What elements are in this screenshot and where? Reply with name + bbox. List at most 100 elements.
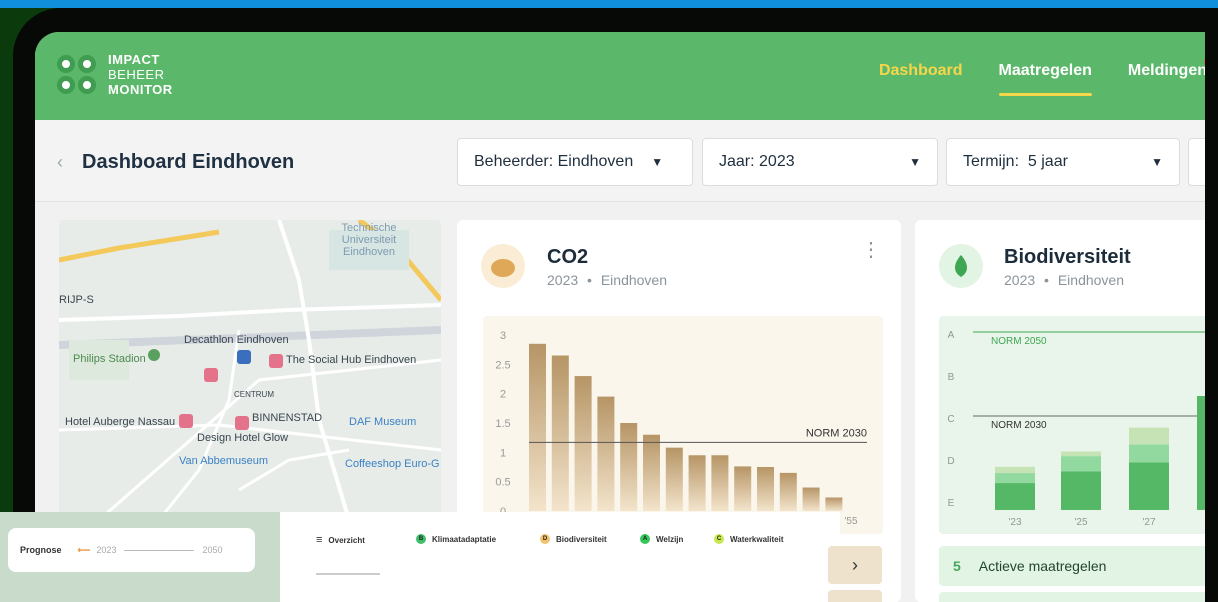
rating-c-icon: C	[714, 534, 724, 544]
active-measures-count: 5	[953, 558, 961, 574]
map-label-auberge: Hotel Auberge Nassau	[65, 416, 176, 428]
jaar-select-value: Jaar: 2023	[719, 153, 795, 170]
map-roads	[59, 220, 441, 520]
hotel-icon[interactable]	[269, 354, 283, 368]
tab-waterkwaliteit[interactable]: C Waterkwaliteit	[714, 534, 784, 544]
logo-cloud-icon	[78, 76, 96, 94]
prognose-slider[interactable]: Prognose ⟵ 2023 2050	[8, 528, 255, 572]
bio-title: Biodiversiteit	[1004, 246, 1131, 268]
co2-bar	[620, 423, 638, 511]
extra-select[interactable]	[1188, 138, 1205, 186]
tab-waterkwaliteit-label: Waterkwaliteit	[730, 534, 784, 544]
tab-klimaatadaptatie[interactable]: B Klimaatadaptatie	[416, 534, 496, 544]
map-label-socialhub: The Social Hub Eindhoven	[286, 354, 417, 366]
chevron-down-icon: ▼	[651, 155, 664, 169]
tab-welzijn-label: Welzijn	[656, 534, 684, 544]
tab-overzicht-label: Overzicht	[328, 535, 365, 545]
bio-year: 2023	[1004, 272, 1036, 288]
co2-bar	[643, 434, 660, 511]
more-options-icon[interactable]: ⋮	[861, 240, 881, 260]
hotel-icon[interactable]	[235, 416, 249, 430]
co2-subtitle: 2023 • Eindhoven	[547, 272, 667, 288]
next-button[interactable]: ›	[828, 546, 882, 584]
active-measures-row[interactable]: 5 Actieve maatregelen	[939, 546, 1205, 586]
map-view[interactable]: Technische Universiteit Eindhoven RIJP-S…	[59, 220, 441, 520]
tab-biodiversiteit-label: Biodiversiteit	[556, 534, 607, 544]
co2-bar	[711, 455, 729, 511]
x-tick-label: '27	[1142, 517, 1155, 528]
y-tick-label: E	[948, 498, 955, 509]
prognose-label: Prognose	[20, 545, 62, 555]
tab-klimaatadaptatie-label: Klimaatadaptatie	[432, 534, 497, 544]
map-label-glow: Design Hotel Glow	[197, 432, 289, 444]
y-tick-label: 2.5	[495, 359, 510, 371]
bio-chart: A B C D E NORM 2050 NORM 2030 '23 '25 '27	[947, 330, 1205, 528]
x-tick-label: '23	[1008, 517, 1021, 528]
page-title: Dashboard Eindhoven	[82, 151, 295, 173]
logo-leaf-icon	[57, 76, 75, 94]
tab-welzijn[interactable]: A Welzijn	[640, 534, 683, 544]
hotel-icon[interactable]	[204, 368, 218, 382]
logo-text: IMPACT BEHEER MONITOR	[108, 52, 173, 97]
co2-bar	[757, 467, 774, 511]
map-label-centrum: CENTRUM	[234, 390, 274, 399]
tab-overzicht[interactable]: ≡ Overzicht	[316, 534, 365, 546]
bio-bar-partial	[1197, 396, 1205, 510]
overlay-tab-panel	[280, 512, 840, 602]
logo-sun-icon	[57, 55, 75, 73]
jaar-select[interactable]: Jaar: 2023 ▼	[702, 138, 938, 186]
biodiversiteit-card: Biodiversiteit 2023 • Eindhoven A B C D E NOR…	[915, 220, 1205, 602]
bio-bar-segment	[1129, 444, 1169, 463]
cloud-icon	[481, 244, 525, 288]
next-button-secondary[interactable]	[828, 590, 882, 602]
tab-underline	[316, 573, 380, 575]
bio-subtitle: 2023 • Eindhoven	[1004, 272, 1124, 288]
norm-2030-label: NORM 2030	[806, 427, 867, 439]
nav-meldingen[interactable]: Meldingen 4	[1128, 54, 1205, 90]
tab-biodiversiteit[interactable]: D Biodiversiteit	[540, 534, 607, 544]
bio-place: Eindhoven	[1057, 272, 1125, 288]
store-icon[interactable]	[237, 350, 251, 364]
co2-bar	[802, 487, 820, 511]
nav-dashboard[interactable]: Dashboard	[879, 62, 963, 90]
bio-bar-segment	[1129, 427, 1169, 445]
bio-bar-segment	[995, 473, 1035, 484]
menu-icon: ≡	[316, 534, 323, 546]
bio-bar-segment	[995, 466, 1035, 474]
slider-track[interactable]	[124, 549, 195, 551]
map-label-universiteit: Technische Universiteit Eindhoven	[341, 222, 397, 258]
bio-bar-segment	[1061, 451, 1101, 457]
main-nav: Dashboard Maatregelen Meldingen 4	[879, 54, 1205, 96]
bio-chart-area: A B C D E NORM 2050 NORM 2030 '23 '25 '27	[939, 316, 1205, 534]
logo-icon	[57, 55, 96, 94]
hotel-icon[interactable]	[179, 414, 193, 428]
y-tick-label: C	[947, 414, 954, 425]
bio-bar-segment	[1061, 456, 1101, 472]
logo-line-2: BEHEER	[108, 67, 165, 82]
co2-year: 2023	[547, 272, 579, 288]
x-tick-label: '25	[1074, 517, 1087, 528]
logo[interactable]: IMPACT BEHEER MONITOR	[57, 52, 173, 97]
termijn-select[interactable]: Termijn: 5 jaar ▼	[946, 138, 1180, 186]
y-tick-label: 0.5	[495, 477, 510, 489]
bio-separator: •	[1044, 272, 1049, 288]
co2-bar	[529, 343, 546, 511]
bio-bar-segment	[995, 483, 1035, 510]
y-tick-label: A	[948, 330, 955, 341]
co2-chart-area: 00.511.522.53NORM 20300'55	[483, 316, 883, 534]
bio-bar-segment	[1061, 471, 1101, 510]
rating-a-icon: A	[640, 534, 650, 544]
list-item[interactable]	[939, 592, 1205, 602]
co2-bar	[688, 455, 706, 511]
co2-bar	[574, 376, 592, 511]
nav-maatregelen[interactable]: Maatregelen	[998, 62, 1093, 96]
slider-handle-icon[interactable]: ⟵	[78, 545, 91, 556]
beheerder-select[interactable]: Beheerder: Eindhoven ▼	[457, 138, 693, 186]
rating-d-icon: D	[540, 534, 550, 544]
y-tick-label: D	[947, 456, 954, 467]
back-chevron-icon[interactable]: ‹	[57, 152, 63, 173]
rating-b-icon: B	[416, 534, 426, 544]
beheerder-select-value: Beheerder: Eindhoven	[474, 153, 634, 170]
logo-drop-icon	[78, 55, 96, 73]
termijn-select-value: Termijn: 5 jaar	[963, 153, 1068, 170]
